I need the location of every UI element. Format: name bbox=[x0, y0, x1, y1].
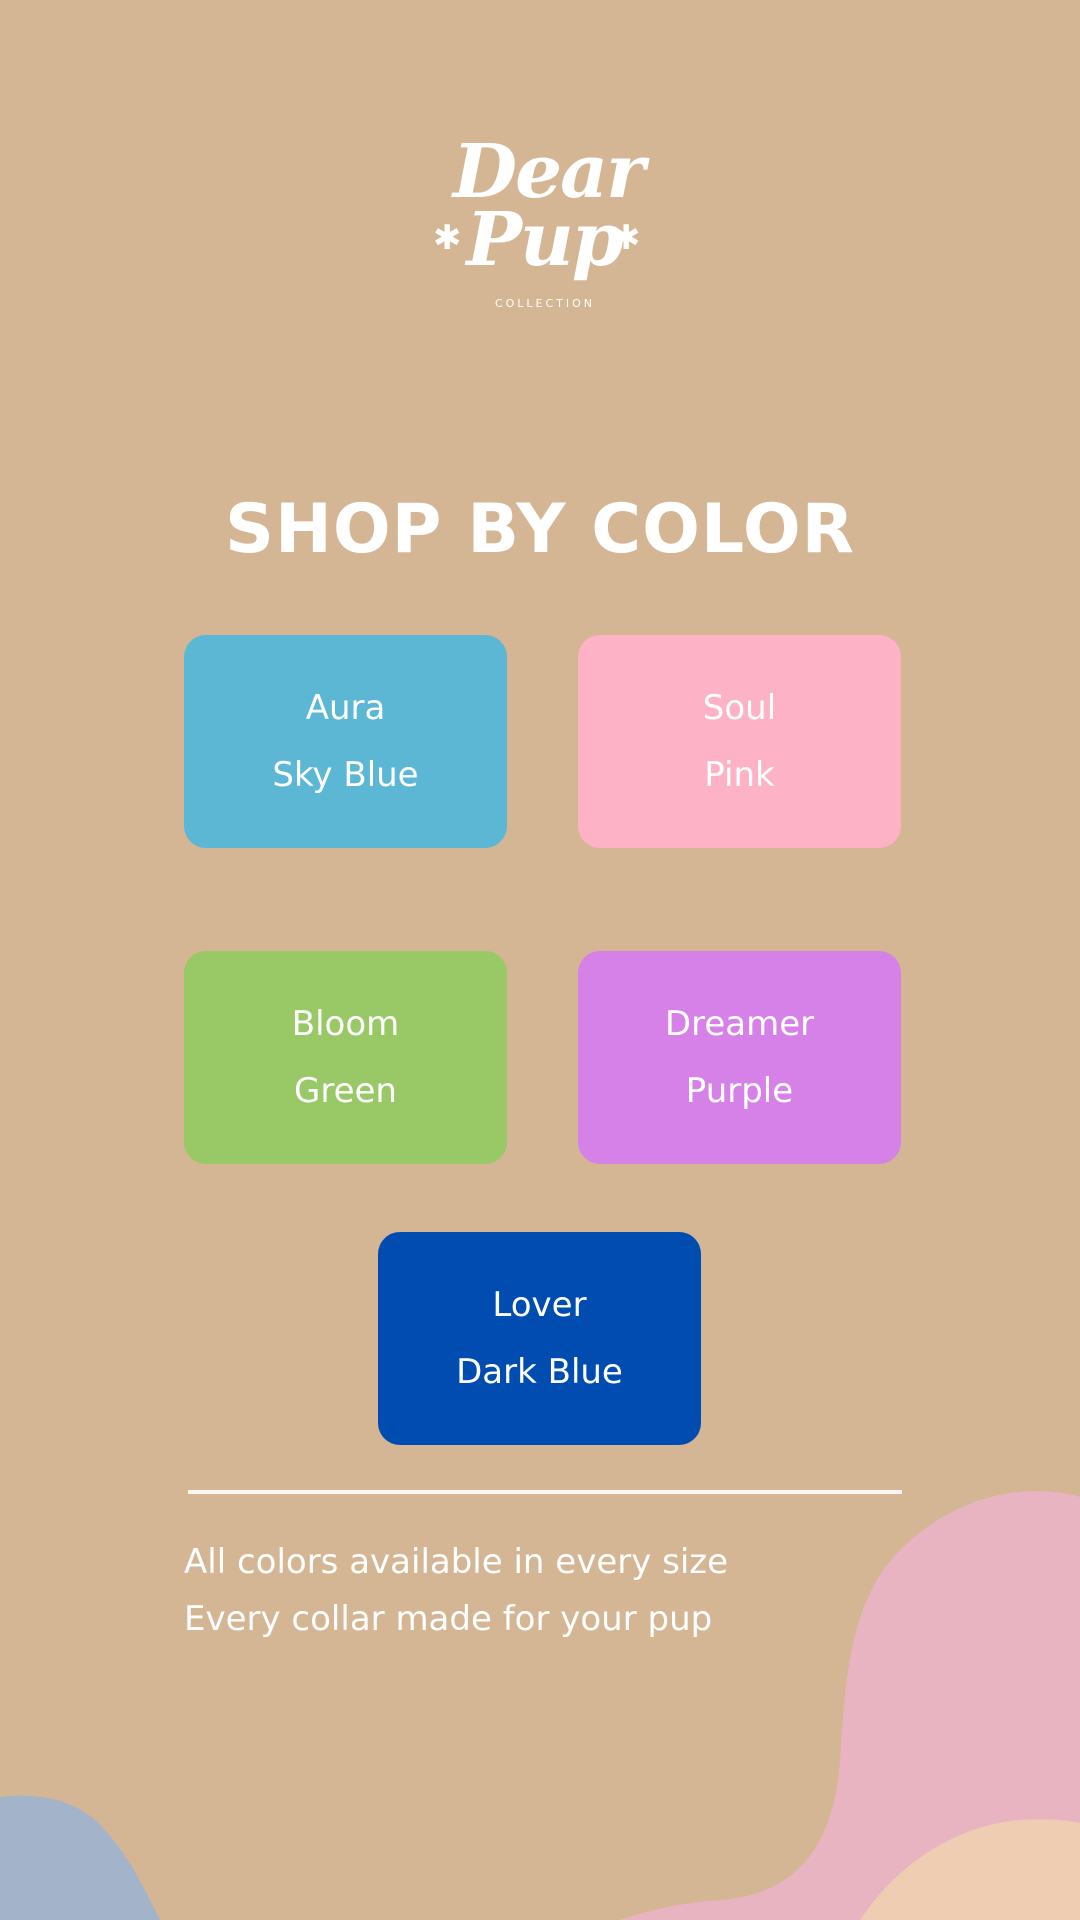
color-card-soul-pink[interactable]: Soul Pink bbox=[578, 635, 901, 848]
color-shade: Green bbox=[294, 1070, 397, 1111]
color-shade: Pink bbox=[704, 754, 775, 795]
color-card-bloom-green[interactable]: Bloom Green bbox=[184, 951, 507, 1164]
color-name: Aura bbox=[305, 687, 386, 728]
blue-blob-shape bbox=[0, 1795, 160, 1920]
tagline-note: Every collar made for your pup bbox=[184, 1599, 713, 1639]
color-name: Dreamer bbox=[664, 1003, 815, 1044]
star-icon: ✱ bbox=[433, 218, 462, 258]
color-card-dreamer-purple[interactable]: Dreamer Purple bbox=[578, 951, 901, 1164]
color-name: Bloom bbox=[291, 1003, 400, 1044]
availability-note: All colors available in every size bbox=[184, 1542, 729, 1582]
color-name: Lover bbox=[492, 1284, 587, 1325]
divider-line bbox=[188, 1490, 902, 1494]
color-shade: Purple bbox=[685, 1070, 794, 1111]
color-shade: Sky Blue bbox=[272, 754, 419, 795]
dear-pup-logo[interactable]: Dear Pup ✱ ✱ COLLECTION bbox=[420, 135, 660, 320]
color-name: Soul bbox=[702, 687, 777, 728]
page-title: SHOP BY COLOR bbox=[224, 490, 855, 569]
color-card-aura-sky-blue[interactable]: Aura Sky Blue bbox=[184, 635, 507, 848]
color-shade: Dark Blue bbox=[456, 1351, 623, 1392]
logo-subtitle: COLLECTION bbox=[494, 297, 596, 310]
color-card-lover-dark-blue[interactable]: Lover Dark Blue bbox=[378, 1232, 701, 1445]
star-icon: ✱ bbox=[612, 218, 641, 258]
